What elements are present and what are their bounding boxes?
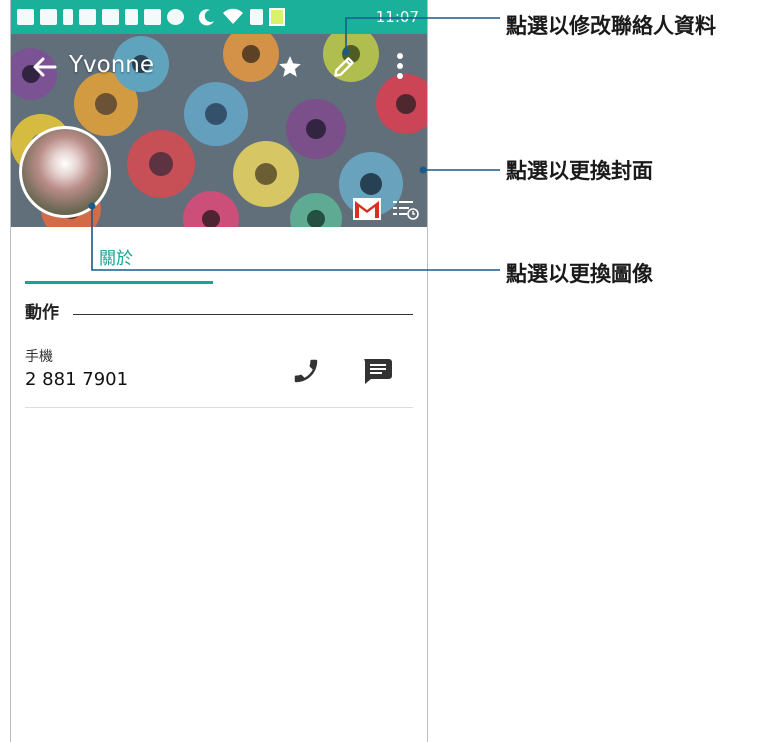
callout-change-photo: 點選以更換圖像 [506, 262, 653, 286]
phone-number[interactable]: 2 881 7901 [25, 369, 128, 390]
section-title: 動作 [25, 303, 59, 323]
alert-icon [63, 9, 73, 25]
edit-pencil-icon[interactable] [331, 54, 357, 80]
mail-icon [102, 9, 119, 25]
moon-icon [198, 9, 214, 26]
phone-screen: 11:07 Yvonne 關於 動作 手機 2 881 7901 [10, 0, 428, 742]
section-divider [73, 314, 413, 315]
tab-about[interactable]: 關於 [99, 244, 133, 269]
row-divider [25, 407, 413, 408]
star-icon[interactable] [277, 54, 303, 80]
image-icon [79, 9, 96, 25]
phone-type-label: 手機 [25, 349, 53, 365]
status-bar: 11:07 [11, 0, 427, 34]
back-arrow-icon[interactable] [31, 54, 57, 80]
sim-icon [250, 9, 263, 25]
schedule-list-icon[interactable] [391, 198, 419, 220]
phone-call-icon[interactable] [291, 356, 321, 386]
callout-edit-contact: 點選以修改聯絡人資料 [506, 14, 716, 38]
notification-icon [40, 9, 57, 25]
notification-icon [17, 9, 34, 25]
sync-icon [167, 9, 184, 25]
contact-name: Yvonne [69, 52, 155, 78]
callout-change-cover: 點選以更換封面 [506, 159, 653, 183]
tab-indicator [25, 281, 213, 284]
status-time: 11:07 [375, 8, 419, 26]
more-vert-icon[interactable] [395, 52, 405, 80]
contact-avatar[interactable] [19, 126, 111, 218]
bag-icon [144, 9, 161, 25]
sd-card-icon [125, 9, 138, 25]
message-icon[interactable] [361, 356, 393, 386]
gmail-icon[interactable] [353, 198, 381, 220]
battery-icon [269, 8, 285, 26]
wifi-icon [223, 8, 243, 24]
